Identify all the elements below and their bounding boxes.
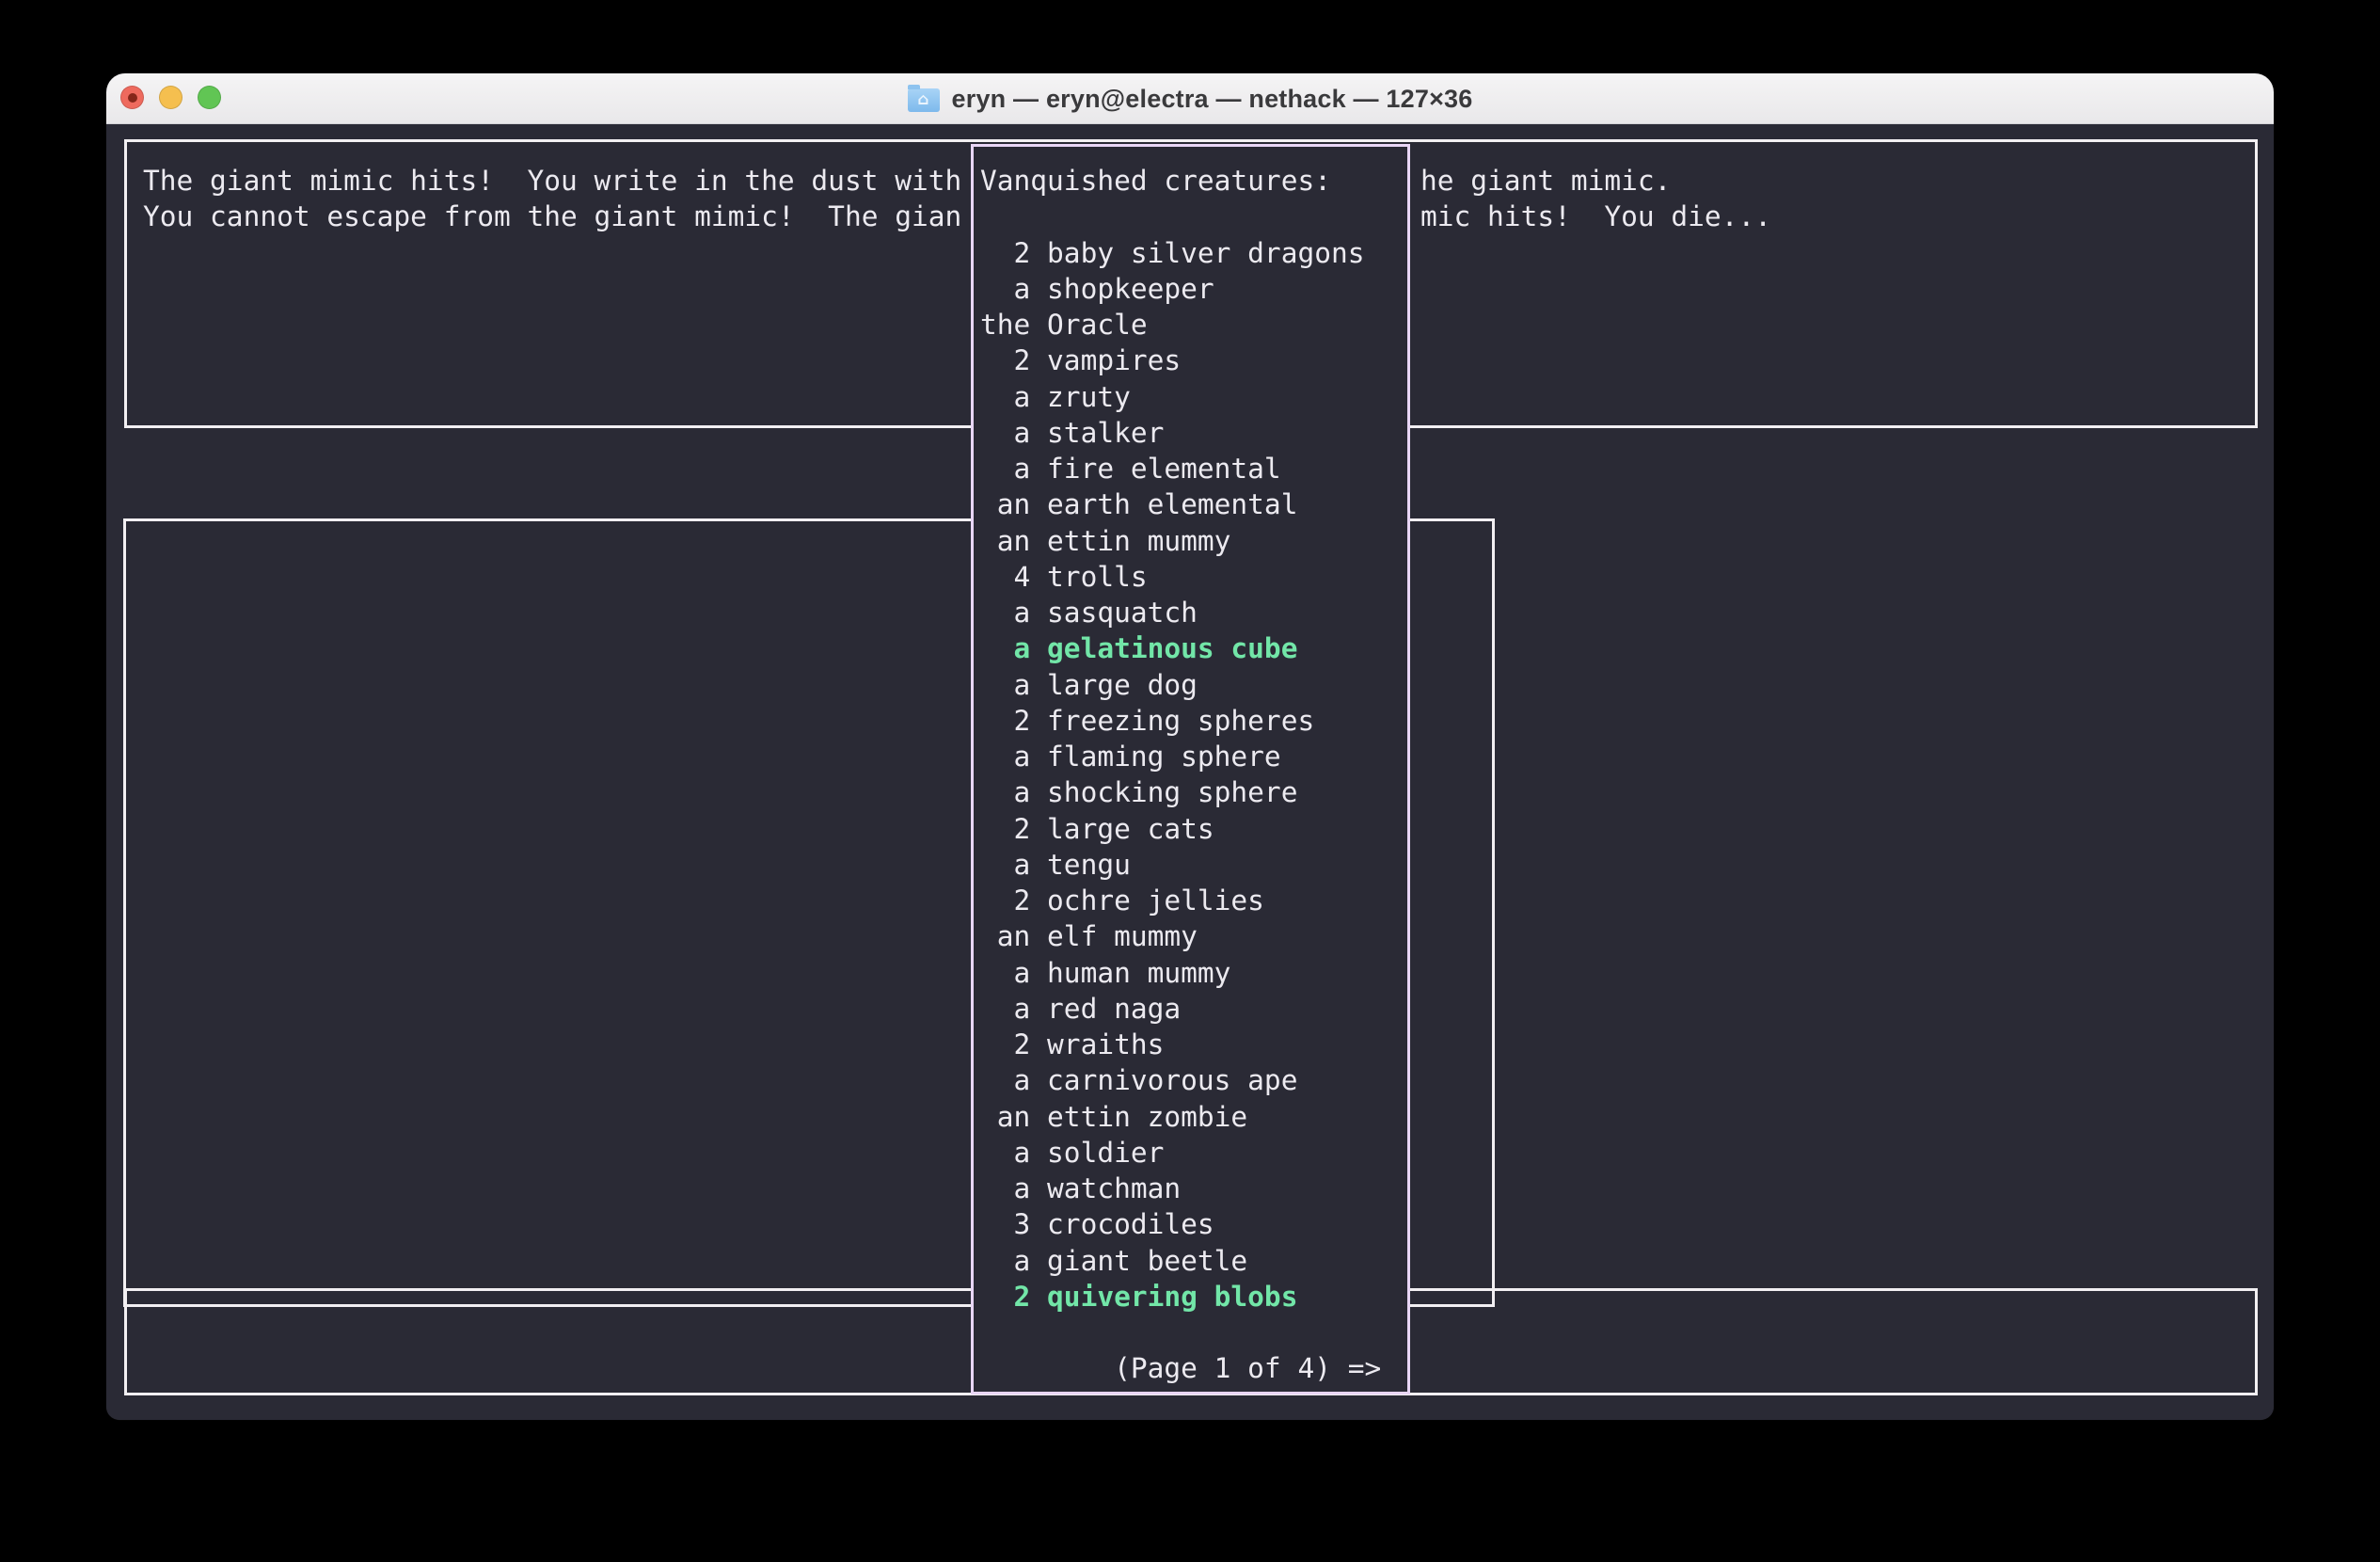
modified-dot-icon xyxy=(128,93,137,103)
close-button[interactable] xyxy=(120,86,144,109)
menu-blank-line xyxy=(980,1315,1407,1350)
menu-item: a shopkeeper xyxy=(980,271,1407,307)
message-line: he giant mimic. xyxy=(1420,163,1771,199)
house-glyph-icon: ⌂ xyxy=(917,92,928,108)
menu-item: a shocking sphere xyxy=(980,774,1407,810)
window-titlebar[interactable]: ⌂ eryn — eryn@electra — nethack — 127×36 xyxy=(106,73,2274,124)
menu-item: the Oracle xyxy=(980,307,1407,343)
menu-blank-line xyxy=(980,199,1407,234)
menu-items: 2 baby silver dragons a shopkeeperthe Or… xyxy=(980,235,1407,1315)
menu-item: a watchman xyxy=(980,1171,1407,1206)
menu-item: a gelatinous cube xyxy=(980,630,1407,666)
menu-item: a human mummy xyxy=(980,955,1407,991)
menu-item: a large dog xyxy=(980,667,1407,703)
message-line: mic hits! You die... xyxy=(1420,199,1771,234)
message-text-left: The giant mimic hits! You write in the d… xyxy=(143,163,961,235)
message-text-right: he giant mimic. mic hits! You die... xyxy=(1420,163,1771,235)
menu-item: 2 freezing spheres xyxy=(980,703,1407,739)
menu-title: Vanquished creatures: xyxy=(980,163,1407,199)
menu-item: a soldier xyxy=(980,1135,1407,1171)
menu-item: a tengu xyxy=(980,847,1407,883)
menu-item: a flaming sphere xyxy=(980,739,1407,774)
terminal-screen[interactable]: The giant mimic hits! You write in the d… xyxy=(106,125,2274,1420)
menu-item: 2 large cats xyxy=(980,811,1407,847)
menu-item: 2 vampires xyxy=(980,343,1407,378)
menu-pager: (Page 1 of 4) => xyxy=(980,1350,1407,1386)
menu-item: a zruty xyxy=(980,379,1407,415)
titlebar-center: ⌂ eryn — eryn@electra — nethack — 127×36 xyxy=(106,73,2274,124)
menu-item: 4 trolls xyxy=(980,559,1407,595)
menu-item: 2 ochre jellies xyxy=(980,883,1407,918)
menu-item: 3 crocodiles xyxy=(980,1206,1407,1242)
window-title: eryn — eryn@electra — nethack — 127×36 xyxy=(952,85,1473,114)
menu-item: a giant beetle xyxy=(980,1243,1407,1279)
traffic-lights xyxy=(120,86,221,109)
message-line: The giant mimic hits! You write in the d… xyxy=(143,163,961,199)
menu-item: an elf mummy xyxy=(980,918,1407,954)
terminal-window: ⌂ eryn — eryn@electra — nethack — 127×36… xyxy=(106,73,2274,1420)
menu-item: a stalker xyxy=(980,415,1407,451)
home-folder-icon: ⌂ xyxy=(908,88,940,112)
menu-item: a carnivorous ape xyxy=(980,1062,1407,1098)
menu-item: an ettin mummy xyxy=(980,523,1407,559)
menu-item: 2 wraiths xyxy=(980,1027,1407,1062)
menu-item: an ettin zombie xyxy=(980,1099,1407,1135)
minimize-button[interactable] xyxy=(159,86,182,109)
zoom-button[interactable] xyxy=(198,86,221,109)
menu-item: 2 baby silver dragons xyxy=(980,235,1407,271)
vanquished-creatures-menu: Vanquished creatures: 2 baby silver drag… xyxy=(971,144,1410,1395)
menu-item: a sasquatch xyxy=(980,595,1407,630)
menu-item: 2 quivering blobs xyxy=(980,1279,1407,1315)
menu-item: a red naga xyxy=(980,991,1407,1027)
menu-item: a fire elemental xyxy=(980,451,1407,486)
menu-item: an earth elemental xyxy=(980,486,1407,522)
message-line: You cannot escape from the giant mimic! … xyxy=(143,199,961,234)
